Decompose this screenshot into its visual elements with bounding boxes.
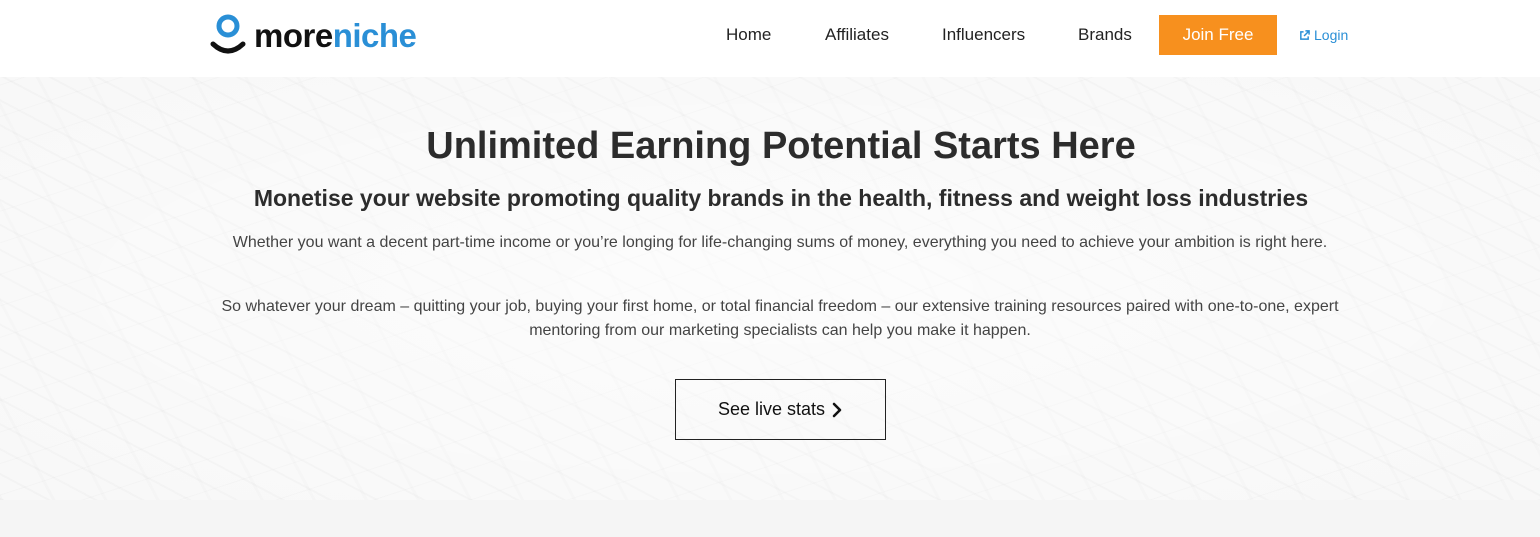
nav-affiliates[interactable]: Affiliates bbox=[825, 15, 889, 55]
logo-text-more: more bbox=[254, 16, 333, 54]
join-free-button[interactable]: Join Free bbox=[1159, 15, 1277, 55]
nav-brands[interactable]: Brands bbox=[1078, 15, 1132, 55]
see-live-stats-label: See live stats bbox=[717, 399, 826, 419]
see-live-stats-button[interactable]: See live stats bbox=[675, 379, 886, 440]
external-link-icon bbox=[1300, 29, 1310, 40]
chevron-right-icon bbox=[832, 402, 842, 417]
login-label: Login bbox=[1314, 27, 1349, 43]
logo-text-niche: niche bbox=[332, 16, 417, 54]
site-header: moreniche Home Affiliates Influencers Br… bbox=[0, 0, 1540, 77]
logo-smile-icon bbox=[210, 12, 246, 58]
hero-section: Unlimited Earning Potential Starts Here … bbox=[0, 77, 1540, 500]
hero-paragraph-1: Whether you want a decent part-time inco… bbox=[232, 234, 1328, 251]
next-section-band bbox=[0, 500, 1540, 537]
nav-home[interactable]: Home bbox=[726, 15, 771, 55]
hero-title: Unlimited Earning Potential Starts Here bbox=[426, 125, 1136, 167]
login-link[interactable]: Login bbox=[1299, 15, 1348, 55]
logo-text: moreniche bbox=[254, 16, 417, 54]
moreniche-logo[interactable]: moreniche bbox=[210, 12, 417, 58]
hero-paragraph-2: So whatever your dream – quitting your j… bbox=[221, 298, 1339, 339]
hero-subtitle: Monetise your website promoting quality … bbox=[253, 185, 1309, 211]
nav-influencers[interactable]: Influencers bbox=[942, 15, 1025, 55]
